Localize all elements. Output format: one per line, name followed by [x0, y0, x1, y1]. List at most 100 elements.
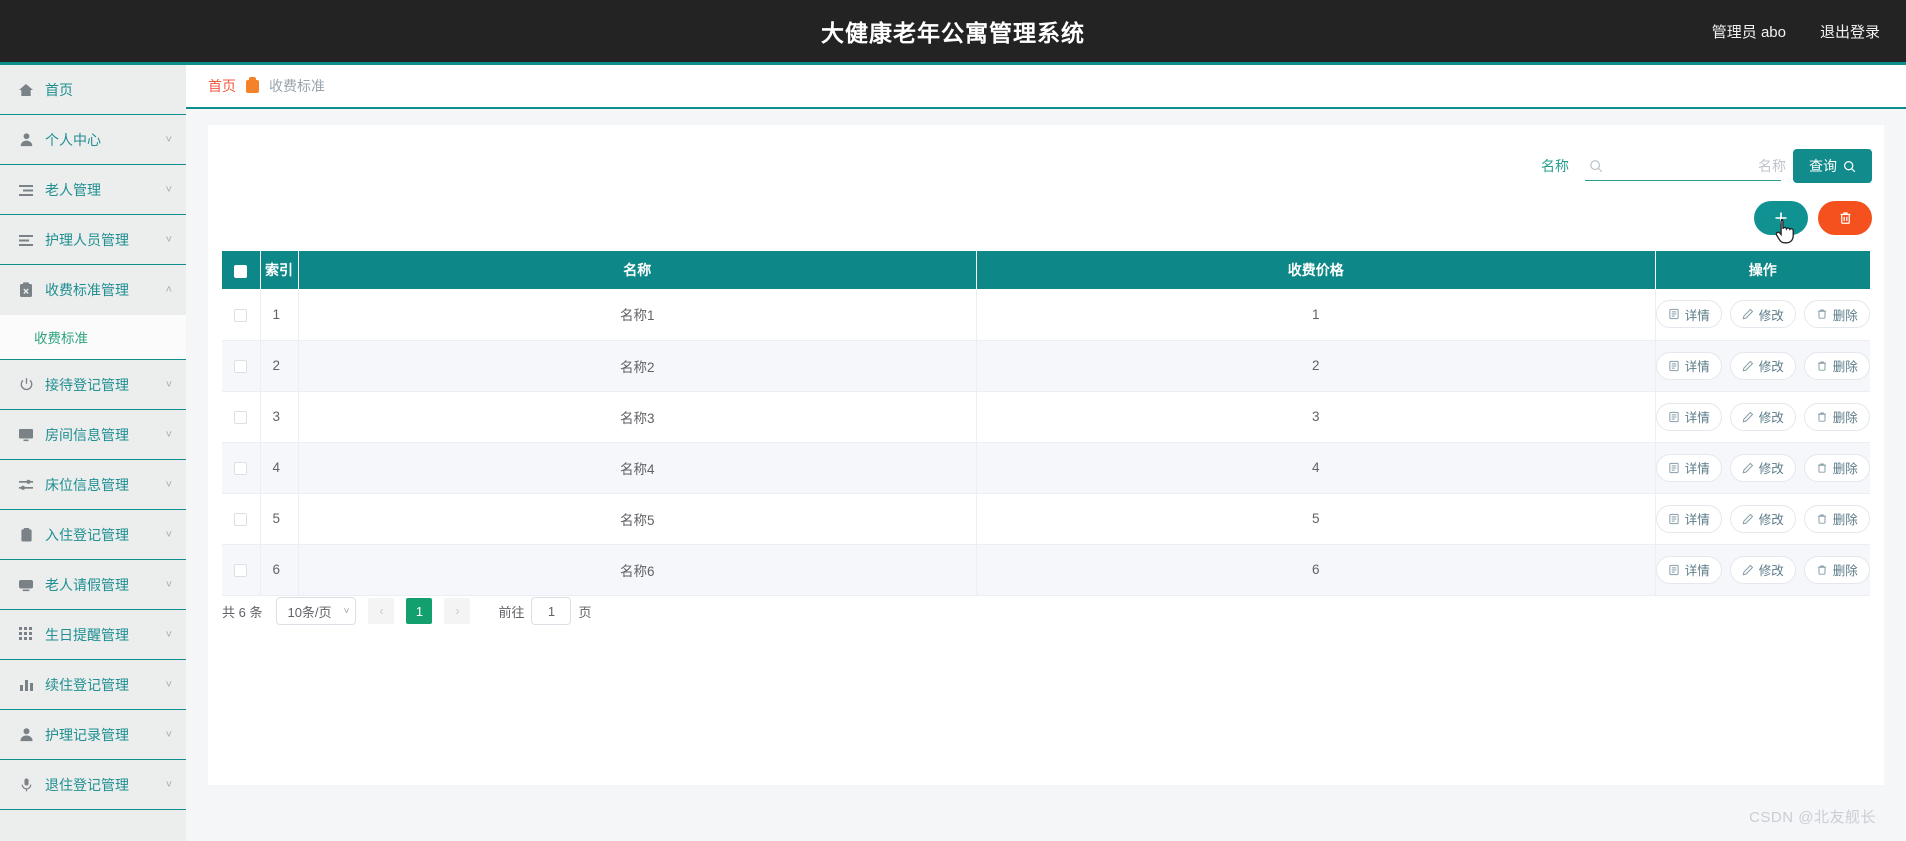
select-all-checkbox[interactable] — [234, 264, 248, 278]
data-table: 索引 名称 收费价格 操作 1 名称1 1 详情 修改 删除 2 名称2 2 详情 修改 删除 3 名称3… — [222, 251, 1870, 596]
row-select-cell[interactable] — [222, 340, 261, 392]
application-window: 大健康老年公寓管理系统 管理员 abo 退出登录 首页 个人中心 ˅ 老人管理 … — [0, 0, 1906, 841]
sidebar-subitem-fee-standard[interactable]: 收费标准 — [0, 315, 186, 359]
row-checkbox[interactable] — [234, 461, 248, 475]
sidebar-item-elderly-leave-management[interactable]: 老人请假管理 ˅ — [0, 560, 186, 610]
row-delete-button[interactable]: 删除 — [1803, 402, 1870, 431]
row-detail-button[interactable]: 详情 — [1655, 504, 1722, 533]
row-select-cell[interactable] — [222, 493, 261, 545]
cell-index: 4 — [260, 442, 299, 494]
row-select-cell[interactable] — [222, 442, 261, 494]
row-delete-button[interactable]: 删除 — [1803, 555, 1870, 584]
row-detail-button[interactable]: 详情 — [1655, 402, 1722, 431]
tv-icon — [16, 575, 36, 595]
row-delete-button[interactable]: 删除 — [1803, 300, 1870, 329]
row-checkbox[interactable] — [234, 512, 248, 526]
sidebar-item-label: 退住登记管理 — [45, 776, 129, 793]
row-edit-button[interactable]: 修改 — [1729, 453, 1796, 482]
cell-price: 2 — [976, 340, 1656, 392]
table-row[interactable]: 2 名称2 2 详情 修改 删除 — [222, 340, 1870, 392]
sidebar-item-personal-center[interactable]: 个人中心 ˅ — [0, 115, 186, 165]
trash-icon — [1817, 564, 1826, 575]
row-edit-button[interactable]: 修改 — [1729, 300, 1796, 329]
pencil-icon — [1742, 462, 1753, 473]
cell-price: 3 — [976, 391, 1656, 443]
sidebar-item-label: 房间信息管理 — [45, 426, 129, 443]
sidebar-item-reception-registration[interactable]: 接待登记管理 ˅ — [0, 360, 186, 410]
document-icon — [1669, 360, 1679, 371]
sidebar-item-checkin-registration[interactable]: 入住登记管理 ˅ — [0, 510, 186, 560]
row-select-cell[interactable] — [222, 391, 261, 443]
sliders-icon — [16, 475, 36, 495]
row-delete-button[interactable]: 删除 — [1803, 351, 1870, 380]
page-size-value: 10条/页 — [287, 604, 332, 620]
row-edit-label: 修改 — [1758, 513, 1784, 527]
row-delete-button[interactable]: 删除 — [1803, 453, 1870, 482]
pagination-page-1[interactable]: 1 — [406, 598, 433, 624]
sidebar-item-care-record-management[interactable]: 护理记录管理 ˅ — [0, 710, 186, 760]
table-row[interactable]: 6 名称6 6 详情 修改 删除 — [222, 544, 1870, 596]
cell-name: 名称3 — [298, 391, 977, 443]
chevron-down-icon: ˅ — [165, 778, 172, 791]
sidebar-item-caregiver-management[interactable]: 护理人员管理 ˅ — [0, 215, 186, 265]
search-input[interactable] — [1603, 152, 1792, 179]
chevron-down-icon: ˅ — [343, 605, 350, 617]
monitor-icon — [16, 425, 36, 445]
row-checkbox[interactable] — [234, 308, 248, 322]
delete-selected-button[interactable] — [1818, 201, 1872, 235]
bar-chart-icon — [16, 675, 36, 695]
breadcrumb-home-link[interactable]: 首页 — [208, 76, 236, 96]
sidebar-item-label: 老人管理 — [45, 181, 101, 198]
row-select-cell[interactable] — [222, 544, 261, 596]
logout-link[interactable]: 退出登录 — [1820, 21, 1880, 42]
document-icon — [1669, 564, 1679, 575]
search-submit-button[interactable]: 查询 — [1793, 149, 1872, 183]
sidebar-nav[interactable]: 首页 个人中心 ˅ 老人管理 ˅ 护理人员管理 ˅ 收费标准管理 ˄ 收费标准 … — [0, 62, 186, 841]
search-field-wrapper[interactable] — [1585, 151, 1792, 181]
cell-operations: 详情 修改 删除 — [1655, 391, 1870, 443]
sidebar-item-birthday-reminder[interactable]: 生日提醒管理 ˅ — [0, 610, 186, 660]
table-row[interactable]: 4 名称4 4 详情 修改 删除 — [222, 442, 1870, 494]
select-all-header[interactable] — [222, 251, 261, 289]
cell-index: 1 — [260, 289, 299, 341]
row-detail-button[interactable]: 详情 — [1655, 453, 1722, 482]
list-icon — [16, 180, 36, 200]
row-edit-button[interactable]: 修改 — [1729, 504, 1796, 533]
pagination-goto-input[interactable] — [531, 597, 572, 625]
sidebar-item-room-info-management[interactable]: 房间信息管理 ˅ — [0, 410, 186, 460]
grid-icon — [16, 625, 36, 645]
cell-name: 名称6 — [298, 544, 977, 596]
add-button[interactable] — [1754, 201, 1808, 235]
row-delete-button[interactable]: 删除 — [1803, 504, 1870, 533]
table-row[interactable]: 5 名称5 5 详情 修改 删除 — [222, 493, 1870, 545]
sidebar-item-label: 老人请假管理 — [45, 576, 129, 593]
table-row[interactable]: 1 名称1 1 详情 修改 删除 — [222, 289, 1870, 341]
row-checkbox[interactable] — [234, 359, 248, 373]
row-edit-button[interactable]: 修改 — [1729, 555, 1796, 584]
sidebar-item-label: 生日提醒管理 — [45, 626, 129, 643]
row-delete-label: 删除 — [1832, 360, 1858, 374]
pagination-prev-button[interactable]: ‹ — [368, 598, 395, 624]
cell-index: 6 — [260, 544, 299, 596]
row-detail-button[interactable]: 详情 — [1655, 300, 1722, 329]
pagination-next-button[interactable]: › — [444, 598, 471, 624]
sidebar-item-extended-stay-registration[interactable]: 续住登记管理 ˅ — [0, 660, 186, 710]
trash-icon — [1840, 212, 1850, 224]
row-detail-button[interactable]: 详情 — [1655, 555, 1722, 584]
sidebar-item-fee-standard-management[interactable]: 收费标准管理 ˄ — [0, 265, 186, 315]
row-select-cell[interactable] — [222, 289, 261, 341]
row-edit-button[interactable]: 修改 — [1729, 402, 1796, 431]
sidebar-item-home[interactable]: 首页 — [0, 65, 186, 115]
row-detail-button[interactable]: 详情 — [1655, 351, 1722, 380]
document-icon — [1669, 411, 1679, 422]
cell-name: 名称2 — [298, 340, 977, 392]
table-row[interactable]: 3 名称3 3 详情 修改 删除 — [222, 391, 1870, 443]
sidebar-item-checkout-registration[interactable]: 退住登记管理 ˅ — [0, 760, 186, 810]
sidebar-item-bed-info-management[interactable]: 床位信息管理 ˅ — [0, 460, 186, 510]
breadcrumb-current: 收费标准 — [269, 78, 325, 94]
row-checkbox[interactable] — [234, 410, 248, 424]
sidebar-item-elderly-management[interactable]: 老人管理 ˅ — [0, 165, 186, 215]
row-edit-button[interactable]: 修改 — [1729, 351, 1796, 380]
page-size-select[interactable]: 10条/页 ˅ — [276, 597, 357, 625]
row-checkbox[interactable] — [234, 563, 248, 577]
